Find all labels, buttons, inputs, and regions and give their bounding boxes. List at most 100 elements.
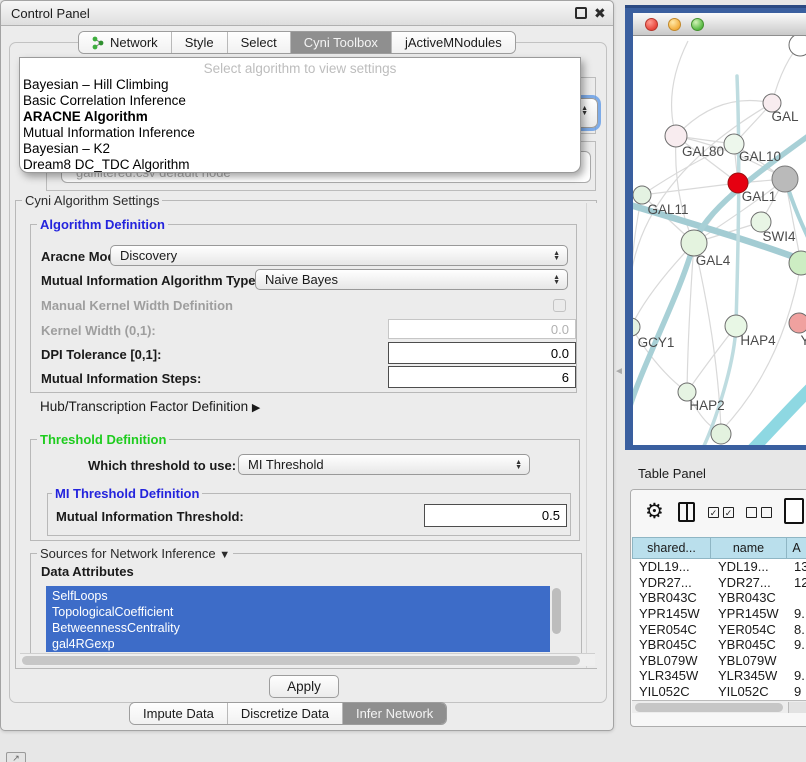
table-cell[interactable]: YER054C [711, 621, 787, 637]
table-cell[interactable]: YBL079W [711, 653, 787, 669]
network-node[interactable] [711, 424, 731, 444]
table-cell[interactable]: YDR27... [632, 575, 711, 591]
algorithm-option[interactable]: Bayesian – Hill Climbing [20, 77, 580, 93]
aracne-mode-combo[interactable]: Discovery ▲▼ [110, 245, 568, 266]
tab-impute-data[interactable]: Impute Data [130, 703, 228, 724]
table-cell[interactable]: 9. [787, 637, 806, 653]
float-panel-button[interactable]: ↗ [6, 752, 26, 762]
column-header-partial[interactable]: A [787, 537, 806, 559]
network-node-label: GAL [771, 109, 799, 124]
tab-style[interactable]: Style [172, 32, 228, 53]
table-cell[interactable]: YER054C [632, 621, 711, 637]
table-cell[interactable]: YDL19... [711, 559, 787, 575]
settings-vscrollbar-track[interactable] [586, 203, 599, 668]
tab-discretize-data[interactable]: Discretize Data [228, 703, 343, 724]
which-threshold-combo[interactable]: MI Threshold ▲▼ [238, 454, 530, 475]
settings-hscrollbar-thumb[interactable] [22, 656, 580, 665]
table-hscrollbar-thumb[interactable] [635, 703, 783, 712]
network-node[interactable] [789, 313, 806, 333]
data-attributes-list[interactable]: SelfLoopsTopologicalCoefficientBetweenne… [46, 586, 550, 652]
table-cell[interactable]: 9. [787, 668, 806, 684]
mi-threshold-field[interactable]: 0.5 [424, 504, 567, 527]
restore-icon[interactable] [575, 7, 587, 19]
table-cell[interactable]: YBL079W [632, 653, 711, 669]
mac-zoom-icon[interactable] [691, 18, 704, 31]
attribute-item[interactable]: gal4RGexp [46, 636, 550, 652]
dpi-tolerance-field[interactable]: 0.0 [388, 342, 576, 364]
table-row[interactable]: YBL079WYBL079W [632, 653, 806, 669]
table-cell[interactable]: YBR045C [711, 637, 787, 653]
attribute-item[interactable]: BetweennessCentrality [46, 620, 550, 636]
control-panel-titlebar[interactable]: Control Panel ✖ [1, 1, 613, 26]
table-row[interactable]: YLR345WYLR345W9. [632, 668, 806, 684]
table-cell[interactable]: YPR145W [711, 606, 787, 622]
manual-kernel-checkbox[interactable] [553, 299, 566, 312]
attribute-item[interactable]: SelfLoops [46, 588, 550, 604]
algorithm-option[interactable]: Mutual Information Inference [20, 125, 580, 141]
column-header-shared-name[interactable]: shared... [632, 537, 711, 559]
table-cell[interactable]: YBR043C [711, 590, 787, 606]
network-node-label: GCY1 [638, 335, 675, 350]
network-node[interactable] [633, 318, 640, 336]
table-row[interactable]: YBR045CYBR045C9. [632, 637, 806, 653]
table-cell[interactable]: 13 [787, 559, 806, 575]
table-cell[interactable]: YDR27... [711, 575, 787, 591]
table-row[interactable]: YER054CYER054C8. [632, 621, 806, 637]
hub-definition-toggle[interactable]: Hub/Transcription Factor Definition ▶ [40, 399, 260, 414]
table-cell[interactable]: YBR045C [632, 637, 711, 653]
table-cell[interactable]: 9. [787, 606, 806, 622]
table-row[interactable]: YBR043CYBR043C [632, 590, 806, 606]
select-all-checks-icon[interactable]: ✓✓ [708, 507, 734, 518]
table-cell[interactable]: YIL052C [632, 684, 711, 700]
apply-button[interactable]: Apply [269, 675, 339, 698]
table-row[interactable]: YIL052CYIL052C9 [632, 684, 806, 700]
network-node[interactable] [772, 166, 798, 192]
table-cell[interactable]: YDL19... [632, 559, 711, 575]
algorithm-option[interactable]: Basic Correlation Inference [20, 93, 580, 109]
table-cell[interactable]: 8. [787, 621, 806, 637]
table-cell[interactable] [787, 590, 806, 606]
cyni-settings-group: Cyni Algorithm Settings Algorithm Defini… [15, 200, 597, 669]
kernel-width-field[interactable]: 0.0 [388, 319, 576, 339]
table-hscrollbar-track[interactable] [632, 700, 806, 713]
split-pane-handle-icon[interactable]: ◄ [614, 366, 624, 377]
algorithm-option[interactable]: Bayesian – K2 [20, 141, 580, 157]
table-cell[interactable]: 12 [787, 575, 806, 591]
tab-cyni-toolbox[interactable]: Cyni Toolbox [291, 32, 392, 53]
tab-jactivemnodules[interactable]: jActiveMNodules [392, 32, 515, 53]
table-cell[interactable]: YLR345W [632, 668, 711, 684]
network-window-titlebar[interactable] [633, 13, 806, 36]
mac-minimize-icon[interactable] [668, 18, 681, 31]
table-cell[interactable]: YIL052C [711, 684, 787, 700]
algorithm-option[interactable]: ARACNE Algorithm [20, 109, 580, 125]
attributes-scrollbar-thumb[interactable] [552, 588, 561, 634]
table-cell[interactable]: YBR043C [632, 590, 711, 606]
close-icon[interactable]: ✖ [594, 7, 606, 19]
sources-title[interactable]: Sources for Network Inference ▼ [37, 546, 233, 561]
tab-infer-network[interactable]: Infer Network [343, 703, 446, 724]
tab-network[interactable]: Network [79, 32, 172, 53]
table-row[interactable]: YDL19...YDL19...13 [632, 559, 806, 575]
network-canvas[interactable]: GALGAL80GAL10GAL1GAL11SWI4GAL4GCY1HAP4YH… [633, 36, 806, 445]
table-cell[interactable]: 9 [787, 684, 806, 700]
attribute-item[interactable]: TopologicalCoefficient [46, 604, 550, 620]
threshold-definition-group: Threshold Definition Which threshold to … [30, 439, 580, 541]
network-node[interactable] [789, 36, 806, 56]
algorithm-option[interactable]: Dream8 DC_TDC Algorithm [20, 157, 580, 173]
mi-type-combo[interactable]: Naive Bayes ▲▼ [255, 269, 568, 290]
table-row[interactable]: YDR27...YDR27...12 [632, 575, 806, 591]
table-cell[interactable]: YLR345W [711, 668, 787, 684]
gear-icon[interactable]: ⚙ [645, 499, 664, 524]
table-cell[interactable] [787, 653, 806, 669]
settings-hscrollbar-track[interactable] [20, 653, 595, 666]
columns-icon[interactable] [678, 502, 695, 522]
mi-steps-field[interactable]: 6 [388, 366, 576, 388]
mac-close-icon[interactable] [645, 18, 658, 31]
column-header-name[interactable]: name [711, 537, 787, 559]
network-node-label: GAL4 [696, 253, 731, 268]
deselect-all-checks-icon[interactable] [746, 507, 772, 518]
table-row[interactable]: YPR145WYPR145W9. [632, 606, 806, 622]
tab-select[interactable]: Select [228, 32, 291, 53]
export-table-icon[interactable] [784, 498, 804, 524]
table-cell[interactable]: YPR145W [632, 606, 711, 622]
